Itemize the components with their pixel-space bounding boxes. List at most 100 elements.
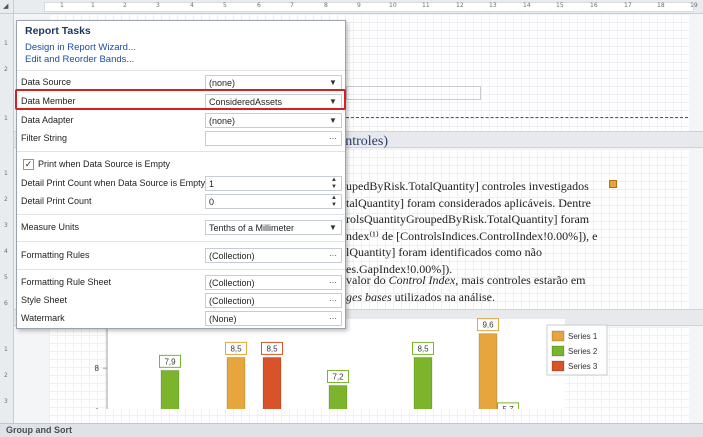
text-run: utilizados na análise. [391, 289, 495, 304]
ellipsis-icon[interactable]: ··· [327, 294, 339, 307]
smart-tag-icon[interactable] [609, 180, 617, 188]
legend-label: Series 2 [568, 347, 598, 356]
chevron-down-icon[interactable]: ▼ [327, 221, 339, 234]
ruler-mark: 6 [257, 2, 261, 9]
legend-label: Series 3 [568, 362, 598, 371]
watermark-value: (None) [209, 314, 237, 324]
ruler-mark: 2 [123, 2, 127, 9]
spin-arrows-icon[interactable]: ▲ ▼ [329, 195, 339, 208]
divider [17, 214, 345, 215]
panel-title: Report Tasks [25, 25, 91, 37]
ruler-mark: 16 [590, 2, 598, 9]
paragraph-line: ges bases utilizados na análise. [346, 289, 621, 306]
ruler-corner[interactable]: ◢ [0, 0, 14, 14]
detail-print-count-value: 0 [209, 197, 215, 207]
row-detail-print-count: Detail Print Count 0 ▲ ▼ [17, 193, 345, 210]
paragraph-line: ndex⁽¹⁾ de [ControlsIndices.ControlIndex… [346, 228, 598, 243]
measure-units-label: Measure Units [21, 222, 80, 232]
style-sheet-label: Style Sheet [21, 295, 68, 305]
detail-print-count-label: Detail Print Count [21, 196, 92, 206]
measure-units-value: Tenths of a Millimeter [209, 223, 295, 233]
ruler-mark: 2 [4, 66, 8, 73]
paragraph-line: talQuantity] foram considerados aplicáve… [346, 195, 591, 210]
watermark-field[interactable]: (None) ··· [205, 311, 342, 326]
design-in-wizard-link[interactable]: Design in Report Wizard... [25, 42, 136, 53]
ruler-mark: 7 [290, 2, 294, 9]
print-when-empty-checkbox[interactable]: ✓ [23, 159, 34, 170]
ellipsis-icon[interactable]: ··· [327, 312, 339, 325]
divider [17, 70, 345, 71]
chevron-down-icon[interactable]: ▼ [327, 114, 339, 127]
ruler-mark: 6 [4, 300, 8, 307]
ruler-mark: 10 [389, 2, 397, 9]
filter-string-label: Filter String [21, 133, 68, 143]
style-sheet-value: (Collection) [209, 296, 255, 306]
row-style-sheet: Style Sheet (Collection) ··· [17, 292, 345, 309]
text-run-italic: ges bases [346, 289, 392, 304]
data-adapter-dropdown[interactable]: (none) ▼ [205, 113, 342, 128]
legend-label: Series 1 [568, 332, 598, 341]
divider [17, 269, 345, 270]
ruler-mark: 12 [456, 2, 464, 9]
formatting-rules-value: (Collection) [209, 251, 255, 261]
row-measure-units: Measure Units Tenths of a Millimeter ▼ [17, 219, 345, 236]
ellipsis-icon[interactable]: ··· [327, 249, 339, 262]
ruler-mark: 11 [422, 2, 430, 9]
group-and-sort-bar[interactable]: Group and Sort [0, 423, 703, 437]
y-tick-label: 6 [95, 407, 100, 409]
row-watermark: Watermark (None) ··· [17, 310, 345, 327]
ruler-mark: 5 [4, 274, 8, 281]
data-label: 5,7 [502, 405, 514, 409]
report-paragraph-2[interactable]: valor do Control Index, mais controles e… [346, 272, 621, 305]
text-run-italic: Control Index [388, 273, 456, 287]
spin-arrows-icon[interactable]: ▲ ▼ [329, 177, 339, 190]
bar [478, 333, 498, 409]
detail-print-count-empty-label: Detail Print Count when Data Source is E… [21, 178, 206, 188]
edit-reorder-bands-link[interactable]: Edit and Reorder Bands... [25, 54, 134, 65]
y-tick-label: 8 [95, 364, 100, 373]
ellipsis-icon[interactable]: ··· [327, 132, 339, 145]
row-formatting-rules: Formatting Rules (Collection) ··· [17, 247, 345, 264]
watermark-label: Watermark [21, 313, 65, 323]
row-data-adapter: Data Adapter (none) ▼ [17, 112, 345, 129]
ruler-mark: 1 [91, 2, 95, 9]
data-source-value: (none) [209, 78, 236, 88]
paragraph-line: lQuantity] foram identificados como não [346, 245, 542, 259]
data-source-label: Data Source [21, 77, 72, 87]
measure-units-dropdown[interactable]: Tenths of a Millimeter ▼ [205, 220, 342, 235]
detail-print-count-empty-spinner[interactable]: 1 ▲ ▼ [205, 176, 342, 191]
data-label: 7,9 [164, 357, 176, 366]
detail-print-count-spinner[interactable]: 0 ▲ ▼ [205, 194, 342, 209]
paragraph-line: valor do Control Index, mais controles e… [346, 272, 621, 289]
bar [262, 356, 282, 409]
ruler-mark: 13 [489, 2, 497, 9]
row-filter-string: Filter String ··· [17, 130, 345, 147]
formatting-rules-field[interactable]: (Collection) ··· [205, 248, 342, 263]
ellipsis-icon[interactable]: ··· [327, 276, 339, 289]
paragraph-line: rolsQuantityGroupedByRisk.TotalQuantity]… [346, 212, 590, 226]
style-sheet-field[interactable]: (Collection) ··· [205, 293, 342, 308]
ruler-mark: 2 [4, 372, 8, 379]
vertical-ruler: 1 2 1 1 2 3 4 5 6 1 2 3 [0, 14, 14, 423]
ruler-mark: 1 [60, 2, 64, 9]
ruler-mark: 17 [624, 2, 632, 9]
report-paragraph[interactable]: upedByRisk.TotalQuantity] controles inve… [346, 178, 621, 277]
ruler-mark: 1 [4, 170, 8, 177]
formatting-rule-sheet-field[interactable]: (Collection) ··· [205, 275, 342, 290]
chevron-down-icon[interactable]: ▼ [327, 76, 339, 89]
row-print-when-empty[interactable]: ✓ Print when Data Source is Empty [17, 156, 345, 173]
formatting-rule-sheet-label: Formatting Rule Sheet [21, 277, 112, 287]
text-run: valor do [346, 273, 389, 287]
data-source-dropdown[interactable]: (none) ▼ [205, 75, 342, 90]
horizontal-ruler: 1 1 2 3 4 5 6 7 8 9 10 11 12 13 14 15 16… [14, 0, 703, 14]
formatting-rule-sheet-value: (Collection) [209, 278, 255, 288]
ruler-mark: 9 [357, 2, 361, 9]
ruler-mark: 3 [156, 2, 160, 9]
ruler-mark: 1 [4, 115, 8, 122]
data-adapter-label: Data Adapter [21, 115, 74, 125]
report-label-box[interactable] [346, 86, 481, 100]
report-line[interactable] [346, 102, 688, 118]
filter-string-field[interactable]: ··· [205, 131, 342, 146]
ruler-mark: 3 [4, 398, 8, 405]
print-when-empty-label: Print when Data Source is Empty [38, 159, 171, 169]
